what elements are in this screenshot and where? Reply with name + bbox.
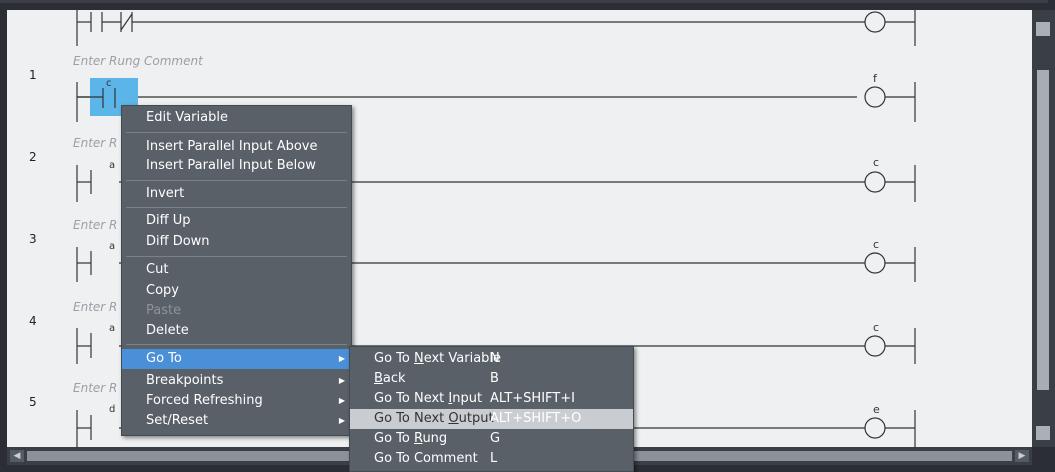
shortcut-label: G	[490, 431, 501, 446]
rung-number: 1	[29, 68, 37, 82]
context-menu: Edit Variable Insert Parallel Input Abov…	[121, 105, 352, 436]
item-text: Go To Next	[374, 391, 449, 406]
menu-breakpoints-label: Breakpoints	[146, 373, 224, 388]
item-text: Go To Next	[374, 411, 449, 426]
submenu-rung[interactable]: Go To Rung G	[350, 429, 633, 449]
menu-insert-parallel-above[interactable]: Insert Parallel Input Above	[122, 137, 351, 157]
menu-separator	[126, 207, 347, 208]
submenu-arrow-icon: ▶	[338, 416, 345, 425]
menu-forced-refreshing[interactable]: Forced Refreshing ▶	[122, 391, 351, 411]
contact-variable[interactable]: d	[109, 404, 115, 415]
contact-variable[interactable]: a	[109, 160, 115, 171]
rung-number: 2	[29, 150, 37, 164]
shortcut-label: L	[490, 451, 498, 466]
submenu-next-output[interactable]: Go To Next Output ALT+SHIFT+O	[350, 409, 633, 429]
top-border	[0, 0, 1048, 3]
shortcut-label: N	[490, 351, 500, 366]
item-text: Go To	[374, 431, 414, 446]
menu-forced-refreshing-label: Forced Refreshing	[146, 393, 263, 408]
coil-variable[interactable]: c	[873, 238, 879, 251]
coil-variable[interactable]: c	[873, 321, 879, 334]
rung-comment[interactable]: Enter R	[73, 381, 117, 395]
item-text: Go To	[374, 351, 414, 366]
menu-copy[interactable]: Copy	[122, 281, 351, 301]
rung-number: 5	[29, 395, 37, 409]
rung-comment[interactable]: Enter R	[73, 300, 117, 314]
coil-variable[interactable]: c	[873, 156, 879, 169]
submenu-next-input[interactable]: Go To Next Input ALT+SHIFT+I	[350, 389, 633, 409]
submenu-arrow-icon: ▶	[338, 396, 345, 405]
item-text: Go To Comment	[374, 451, 478, 466]
menu-separator	[126, 180, 347, 181]
menu-separator	[126, 132, 347, 133]
item-mnemonic: O	[448, 411, 459, 426]
coil-variable[interactable]: e	[873, 403, 880, 416]
rung-comment[interactable]: Enter Rung Comment	[73, 54, 203, 68]
menu-separator	[126, 344, 347, 345]
menu-breakpoints[interactable]: Breakpoints ▶	[122, 371, 351, 391]
item-mnemonic: N	[413, 351, 424, 366]
scroll-up-button[interactable]	[1036, 22, 1050, 36]
item-text: ack	[382, 371, 406, 386]
menu-invert[interactable]: Invert	[122, 184, 351, 204]
goto-submenu: Go To Next Variable N Back B Go To Next …	[349, 346, 634, 472]
item-text: ung	[422, 431, 448, 446]
submenu-arrow-icon: ▶	[338, 376, 345, 385]
menu-edit-variable[interactable]: Edit Variable	[122, 108, 351, 128]
menu-diff-down[interactable]: Diff Down	[122, 232, 351, 252]
contact-variable[interactable]: a	[109, 241, 115, 252]
scroll-down-button[interactable]	[1036, 426, 1050, 440]
menu-delete[interactable]: Delete	[122, 321, 351, 341]
coil-variable[interactable]: f	[873, 72, 877, 85]
rung-comment[interactable]: Enter R	[73, 136, 117, 150]
menu-set-reset-label: Set/Reset	[146, 413, 209, 428]
item-text: utput	[458, 411, 494, 426]
menu-insert-parallel-below[interactable]: Insert Parallel Input Below	[122, 156, 351, 176]
shortcut-label: B	[490, 371, 499, 386]
menu-go-to-label: Go To	[146, 351, 182, 366]
rung-number: 4	[29, 314, 37, 328]
vertical-scrollbar[interactable]	[1032, 10, 1055, 447]
menu-diff-up[interactable]: Diff Up	[122, 211, 351, 231]
submenu-comment[interactable]: Go To Comment L	[350, 449, 633, 469]
contact-variable[interactable]: c	[106, 78, 112, 89]
submenu-arrow-icon: ▶	[338, 354, 345, 363]
shortcut-label: ALT+SHIFT+I	[490, 391, 575, 406]
menu-cut[interactable]: Cut	[122, 260, 351, 280]
scroll-thumb[interactable]	[1037, 70, 1049, 390]
menu-set-reset[interactable]: Set/Reset ▶	[122, 411, 351, 431]
item-mnemonic: B	[374, 371, 383, 386]
item-text: nput	[452, 391, 483, 406]
scroll-right-button[interactable]: ▶	[1015, 450, 1029, 462]
submenu-back[interactable]: Back B	[350, 369, 633, 389]
menu-separator	[126, 256, 347, 257]
menu-paste: Paste	[146, 303, 182, 318]
shortcut-label: ALT+SHIFT+O	[490, 411, 582, 426]
contact-variable[interactable]: a	[109, 323, 115, 334]
scroll-left-button[interactable]: ◀	[10, 450, 24, 462]
menu-go-to[interactable]: Go To ▶	[122, 349, 351, 369]
rung-comment[interactable]: Enter R	[73, 218, 117, 232]
submenu-next-variable[interactable]: Go To Next Variable N	[350, 349, 633, 369]
rung-number: 3	[29, 232, 37, 246]
